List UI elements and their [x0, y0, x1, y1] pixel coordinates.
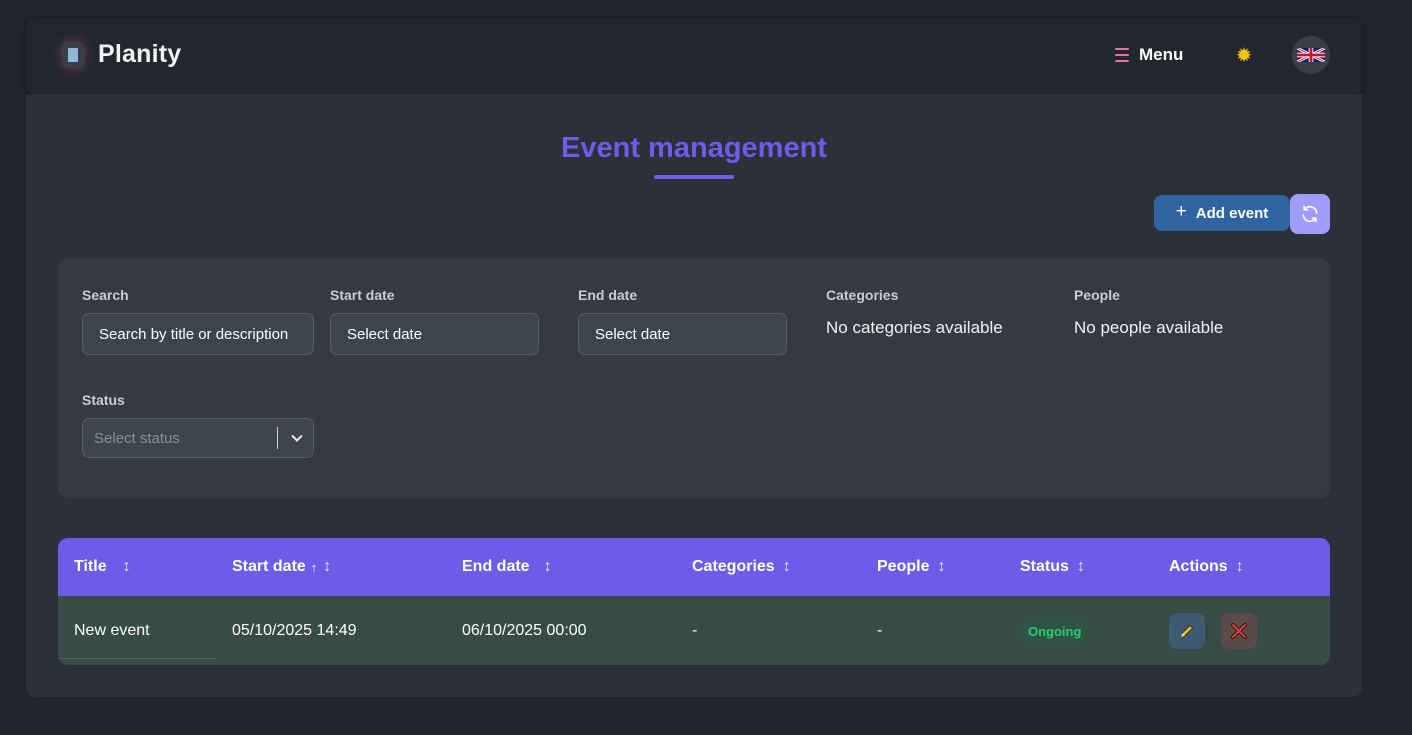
uk-flag-icon: [1297, 48, 1325, 62]
end-date-input[interactable]: Select date: [578, 313, 787, 355]
close-icon: [1231, 623, 1247, 639]
column-header-people[interactable]: People ↕: [877, 558, 945, 576]
end-date-label: End date: [578, 287, 638, 303]
app-logo-icon: [62, 41, 84, 68]
status-label: Status: [82, 392, 125, 408]
search-input[interactable]: Search by title or description: [82, 313, 314, 355]
pencil-icon: [1180, 624, 1194, 638]
cell-end-date: 06/10/2025 00:00: [462, 622, 587, 639]
sort-ascending-icon: ↑: [310, 559, 318, 575]
categories-label: Categories: [826, 287, 899, 303]
sort-icon: ↕: [323, 558, 332, 575]
sort-icon: ↕: [937, 558, 946, 575]
column-header-title[interactable]: Title ↕: [74, 558, 131, 576]
page-title: Event management: [561, 132, 827, 164]
chevron-down-icon[interactable]: [289, 428, 305, 448]
cell-title: New event: [74, 622, 150, 639]
sort-icon: ↕: [543, 558, 552, 575]
row-divider: [58, 658, 216, 659]
search-label: Search: [82, 287, 129, 303]
status-select-placeholder: Select status: [94, 430, 180, 447]
brand-name: Planity: [98, 40, 182, 68]
cell-categories: -: [692, 622, 698, 639]
column-header-categories[interactable]: Categories ↕: [692, 558, 791, 576]
title-underline: [654, 175, 734, 179]
refresh-button[interactable]: [1290, 194, 1330, 234]
menu-label: Menu: [1139, 45, 1184, 64]
status-select[interactable]: Select status: [82, 418, 314, 458]
menu-button[interactable]: Menu: [1115, 45, 1183, 65]
brand[interactable]: Planity: [62, 40, 181, 69]
hamburger-icon: [1115, 48, 1129, 62]
delete-button[interactable]: [1221, 613, 1257, 649]
sort-icon: ↕: [1235, 558, 1244, 575]
status-badge: Ongoing: [1020, 618, 1090, 644]
main-card: Event management + Add event Search Sear…: [26, 94, 1362, 697]
sort-icon: ↕: [1076, 558, 1085, 575]
column-header-start-date[interactable]: Start date ↑ ↕: [232, 558, 331, 576]
column-header-end-date[interactable]: End date ↕: [462, 558, 552, 576]
events-table: Title ↕ Start date ↑ ↕ End date ↕ Categories…: [58, 538, 1330, 665]
sort-icon: ↕: [782, 558, 791, 575]
cell-start-date: 05/10/2025 14:49: [232, 622, 357, 639]
start-date-input[interactable]: Select date: [330, 313, 539, 355]
refresh-icon: [1302, 205, 1318, 223]
people-empty-text: No people available: [1074, 318, 1224, 337]
add-event-label: Add event: [1195, 204, 1269, 222]
language-button[interactable]: [1292, 36, 1330, 74]
sort-icon: ↕: [122, 558, 131, 575]
filter-panel: Search Search by title or description St…: [58, 258, 1330, 498]
add-event-button[interactable]: + Add event: [1154, 195, 1290, 231]
cell-people: -: [877, 622, 883, 639]
top-navbar: Planity Menu ✹: [26, 18, 1362, 94]
column-header-status[interactable]: Status ↕: [1020, 558, 1085, 576]
sun-icon[interactable]: ✹: [1232, 43, 1256, 67]
select-separator: [277, 427, 278, 449]
categories-empty-text: No categories available: [826, 318, 1003, 337]
table-header: Title ↕ Start date ↑ ↕ End date ↕ Categories…: [58, 538, 1330, 596]
edit-button[interactable]: [1169, 613, 1205, 649]
column-header-actions[interactable]: Actions ↕: [1169, 558, 1244, 576]
plus-icon: +: [1175, 201, 1187, 222]
people-label: People: [1074, 287, 1120, 303]
start-date-label: Start date: [330, 287, 395, 303]
